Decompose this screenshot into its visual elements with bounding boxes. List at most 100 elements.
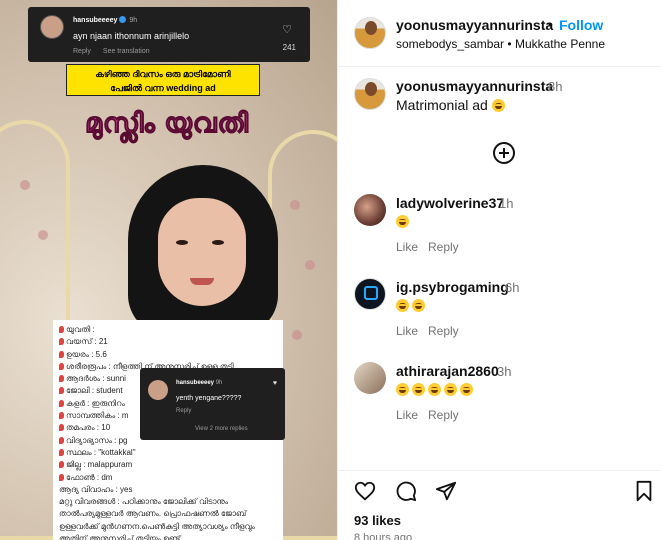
comment-username[interactable]: athirarajan2860 (396, 363, 499, 379)
avatar[interactable] (354, 78, 386, 110)
detail-row: വയസ് : 21 (59, 336, 277, 348)
detail-row: സ്ഥലം : "kottakkal" (59, 447, 277, 459)
detail-row: യുവതി : (59, 324, 277, 336)
avatar (40, 15, 64, 39)
heart-icon: ♥ (272, 380, 277, 387)
like-icon[interactable] (354, 480, 376, 502)
comment-timestamp: 6h (505, 280, 520, 295)
detail-row: ആദ്യ വിവാഹം : yes (59, 484, 133, 494)
person-face (158, 198, 246, 306)
overlay-title: മുസ്ലിം യുവതി (84, 108, 250, 139)
banner-line: കഴിഞ്ഞ ദിവസം ഒരു മാട്രിമോണി (95, 69, 231, 79)
caption-username[interactable]: yoonusmayyannurinsta (396, 78, 553, 94)
comment-text (396, 213, 412, 229)
pin-icon (59, 399, 64, 407)
likes-count[interactable]: 93 likes (354, 513, 401, 528)
comment-text (396, 297, 428, 313)
pin-icon (59, 424, 64, 432)
header-separator: • (548, 16, 553, 32)
comment-like-button[interactable]: Like (396, 408, 418, 422)
laughing-emoji-icon (444, 383, 457, 396)
pin-icon (59, 461, 64, 469)
floral-pattern (38, 230, 48, 240)
floral-pattern (305, 260, 315, 270)
heart-icon: ♡ (282, 24, 292, 36)
detail-row: ഫോൺ : dm (59, 472, 277, 484)
overlay-comment-mid: hansubeeeey 9h ♥ yenth yengane????? Repl… (140, 368, 285, 440)
overlay-comment-text: yenth yengane????? (176, 395, 242, 402)
avatar-head (365, 82, 377, 96)
avatar[interactable] (354, 17, 386, 49)
comment-timestamp: 1h (499, 196, 514, 211)
laughing-emoji-icon (412, 299, 425, 312)
laughing-emoji-icon (396, 299, 409, 312)
laughing-emoji-icon (460, 383, 473, 396)
save-icon[interactable] (633, 480, 655, 502)
comment-reply-button[interactable]: Reply (428, 408, 459, 422)
laughing-emoji-icon (491, 99, 505, 112)
comment-username[interactable]: ladywolverine37 (396, 195, 504, 211)
laughing-emoji-icon (428, 383, 441, 396)
instagram-post-view: hansubeeeey 9h ayn njaan ithonnum arinjil… (0, 0, 661, 540)
comment-icon[interactable] (395, 480, 417, 502)
divider (338, 66, 661, 67)
comment-username[interactable]: ig.psybrogaming (396, 279, 509, 295)
laughing-emoji-icon (412, 383, 425, 396)
avatar (148, 380, 168, 400)
overlay-comment-top: hansubeeeey 9h ayn njaan ithonnum arinjil… (28, 7, 310, 62)
pin-icon (59, 362, 64, 370)
detail-row: ഉയരം : 5.6 (59, 349, 277, 361)
person-eye (176, 240, 188, 245)
post-media[interactable]: hansubeeeey 9h ayn njaan ithonnum arinjil… (0, 0, 337, 540)
pin-icon (59, 387, 64, 395)
posted-time: 8 hours ago (354, 532, 413, 540)
overlay-comment-reply: Reply (176, 408, 192, 414)
gaming-logo-icon (364, 286, 378, 300)
divider (338, 470, 661, 471)
avatar[interactable] (354, 278, 386, 310)
detail-row: ജില്ല : malappuram (59, 459, 277, 471)
share-icon[interactable] (435, 480, 457, 502)
comment-reply-button[interactable]: Reply (428, 324, 459, 338)
detail-paragraph: മറ്റു വിവരങ്ങൾ : പഠിക്കാനും ജോലിക്ക് വിട… (59, 497, 255, 540)
pin-icon (59, 473, 64, 481)
laughing-emoji-icon (396, 383, 409, 396)
pin-icon (59, 448, 64, 456)
load-more-comments-icon[interactable] (493, 142, 515, 164)
overlay-comment-username: hansubeeeey 9h (176, 380, 223, 386)
comment-text (396, 381, 476, 397)
pin-icon (59, 436, 64, 444)
banner-line: പേജിൽ വന്ന wedding ad (110, 83, 216, 93)
avatar[interactable] (354, 362, 386, 394)
overlay-like-count: 241 (282, 43, 296, 52)
pin-icon (59, 338, 64, 346)
laughing-emoji-icon (396, 215, 409, 228)
caption-text: Matrimonial ad (396, 97, 508, 113)
pin-icon (59, 375, 64, 383)
person-eye (212, 240, 224, 245)
post-side-panel: yoonusmayyannurinsta • Follow somebodys_… (337, 0, 661, 540)
comment-like-button[interactable]: Like (396, 240, 418, 254)
header-username[interactable]: yoonusmayyannurinsta (396, 17, 553, 33)
pin-icon (59, 326, 64, 333)
overlay-comment-text: ayn njaan ithonnum arinjillelo (73, 31, 190, 41)
audio-attribution[interactable]: somebodys_sambar • Mukkathe Penne (396, 37, 605, 51)
floral-pattern (290, 200, 300, 210)
comment-timestamp: 3h (497, 364, 512, 379)
follow-button[interactable]: Follow (559, 17, 603, 33)
person-lips (190, 278, 214, 285)
overlay-banner: കഴിഞ്ഞ ദിവസം ഒരു മാട്രിമോണി പേജിൽ വന്ന w… (66, 64, 260, 96)
verified-badge-icon (119, 16, 127, 23)
comment-reply-button[interactable]: Reply (428, 240, 459, 254)
overlay-view-replies: View 2 more replies (195, 426, 248, 432)
overlay-comment-meta: Reply See translation (73, 48, 150, 55)
floral-pattern (292, 330, 302, 340)
comment-like-button[interactable]: Like (396, 324, 418, 338)
pin-icon (59, 412, 64, 420)
caption-timestamp: 8h (548, 79, 563, 94)
pin-icon (59, 350, 64, 358)
overlay-comment-username: hansubeeeey 9h (73, 16, 138, 24)
avatar[interactable] (354, 194, 386, 226)
avatar-head (365, 21, 377, 35)
floral-pattern (20, 180, 30, 190)
